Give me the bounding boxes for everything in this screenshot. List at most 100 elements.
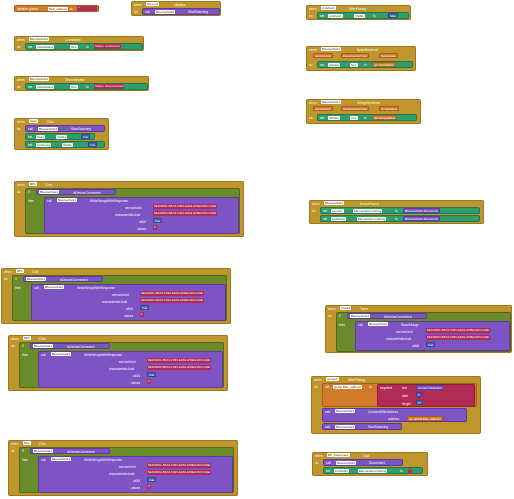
global-name-field[interactable]: BLE_address <box>48 7 69 11</box>
global-dropdown[interactable]: global BLE_address <box>333 385 362 389</box>
param-characteristic-uuid[interactable]: characteristicUuid <box>341 106 369 111</box>
prop-dropdown[interactable]: ElementsFromString <box>358 469 388 473</box>
ble-device-found-block[interactable]: when BluetoothLE1 DeviceFound do set con… <box>309 200 484 224</box>
component-dropdown[interactable]: BluetoothLE1 <box>29 77 50 81</box>
ble-dropdown[interactable]: BluetoothLE1 <box>336 461 357 465</box>
write-strings-block[interactable]: call BluetoothLE1 WriteStringsWithRespon… <box>31 284 226 321</box>
if-block[interactable]: if BluetoothLE1 IsDeviceConnected then c… <box>25 188 240 234</box>
chr-value[interactable]: 6E400002-B5A3-F393-E0A9-E50E24DCCA9E <box>140 298 205 303</box>
svc-value[interactable]: 6E400001-B5A3-F393-E0A9-E50E24DCCA9E <box>147 463 212 468</box>
if-block[interactable]: if BluetoothLE1 IsDeviceConnected then c… <box>19 447 234 493</box>
set-listview-elements-block[interactable]: set ListView1 ElementsFromString to Blue… <box>320 215 480 222</box>
utf-value[interactable]: true <box>147 477 157 482</box>
set-global-address-block[interactable]: set global BLE_address to segment text c… <box>322 383 477 407</box>
target-dropdown[interactable]: ListView1 <box>331 217 346 221</box>
component-dropdown[interactable]: BP1 <box>16 269 24 273</box>
component-dropdown[interactable]: Screen1 <box>146 2 160 6</box>
listview-afterpicking-block[interactable]: when ListView1 AfterPicking do set ListV… <box>306 5 411 20</box>
ble-dropdown[interactable]: BluetoothLE1 <box>155 10 176 14</box>
scan-click-block[interactable]: when Scan Click do call BluetoothLE1 Sta… <box>14 118 109 150</box>
call-start-scanning-block[interactable]: call BluetoothLE1 StartScanning <box>25 125 105 132</box>
component-dropdown[interactable]: BluetoothLE1 <box>29 37 50 41</box>
prop-dropdown[interactable]: Text <box>350 116 358 120</box>
ble-dropdown[interactable]: BluetoothLE1 <box>405 217 423 221</box>
chr-value[interactable]: 6E400002-B5A3-F393-E0A9-E50E24DCCA9E <box>147 365 212 370</box>
ble-dropdown[interactable]: BluetoothLE1 <box>33 344 54 348</box>
is-device-connected-getter[interactable]: BluetoothLE1 IsDeviceConnected <box>347 313 427 319</box>
start-value[interactable]: 1 <box>416 392 422 397</box>
ble-dropdown[interactable]: BluetoothLE1 <box>405 209 423 213</box>
values-value[interactable]: 0 <box>153 225 157 230</box>
chr-value[interactable]: 6E400002-B5A3-F393-E0A9-E50E24DCCA9E <box>153 211 218 216</box>
bool-value[interactable]: true <box>88 142 98 147</box>
ble-dropdown[interactable]: BluetoothLE1 <box>51 352 72 356</box>
value-text[interactable]: Status: Connected <box>94 44 121 49</box>
ble-dropdown[interactable]: BluetoothLE1 <box>335 425 356 429</box>
ble-device-list-getter[interactable]: BluetoothLE1 DeviceList <box>403 216 440 221</box>
component-dropdown[interactable]: connect <box>326 377 339 381</box>
svc-value[interactable]: 6E400001-B5A3-F393-E0A9-E50E24DCCA9E <box>153 204 218 209</box>
set-listview-visible-block[interactable]: set ListView1 Visible true <box>25 141 105 148</box>
ble-dropdown[interactable]: BluetoothLE1 <box>350 314 371 318</box>
is-device-connected-getter[interactable]: BluetoothLE1 IsDeviceConnected <box>23 276 103 282</box>
svc-value[interactable]: 6E400001-B5A3-F393-E0A9-E50E24DCCA9E <box>426 328 491 333</box>
get-string-values[interactable]: get stringValues <box>372 115 398 120</box>
is-device-connected-getter[interactable]: BluetoothLE1 IsDeviceConnected <box>30 448 110 454</box>
ble-dropdown[interactable]: BluetoothLE1 <box>335 409 356 413</box>
bool-value[interactable]: false <box>388 13 399 18</box>
values-value[interactable]: 1 <box>140 312 144 317</box>
is-device-connected-getter[interactable]: BluetoothLE1 IsDeviceConnected <box>36 189 116 195</box>
segment-block[interactable]: segment text connect Selection start 1 l… <box>377 384 475 407</box>
param-string-values[interactable]: stringValues <box>379 106 400 111</box>
set-listview-elements-block[interactable]: set ListView1 ElementsFromString to "" <box>323 467 423 474</box>
prop-dropdown[interactable]: Visible <box>62 143 73 147</box>
bp2-click-block[interactable]: when BP2 Click do if BluetoothLE1 IsDevi… <box>8 335 228 391</box>
bp0-click-block[interactable]: when BP0 Click do if BluetoothLE1 IsDevi… <box>14 181 244 237</box>
chr-value[interactable]: 6E400002-B5A3-F393-E0A9-E50E24DCCA9E <box>147 470 212 475</box>
call-disconnect-block[interactable]: call BluetoothLE1 Disconnect <box>323 459 403 466</box>
ble-dropdown[interactable]: BluetoothLE1 <box>33 449 54 453</box>
prop-dropdown[interactable]: ElementsFromString <box>357 217 387 221</box>
bp1-click-block[interactable]: when BP1 Click do if BluetoothLE1 IsDevi… <box>1 268 231 324</box>
ble-dropdown[interactable]: BluetoothLE1 <box>38 127 59 131</box>
svc-value[interactable]: 6E400001-B5A3-F393-E0A9-E50E24DCCA9E <box>147 358 212 363</box>
utf-value[interactable]: true <box>147 372 157 377</box>
utf-value[interactable]: true <box>140 305 150 310</box>
component-dropdown[interactable]: BP2 <box>23 336 31 340</box>
length-value[interactable]: 17 <box>416 400 424 405</box>
write-strings-block[interactable]: call BluetoothLE1 WriteStringsWithRespon… <box>38 351 223 388</box>
ble-dropdown[interactable]: BluetoothLE1 <box>368 322 389 326</box>
utf-value[interactable]: true <box>153 218 163 223</box>
component-dropdown[interactable]: Clock1 <box>340 306 352 310</box>
target-dropdown[interactable]: ListView1 <box>328 14 343 18</box>
write-strings-block[interactable]: call BluetoothLE1 WriteStringsWithRespon… <box>38 456 233 493</box>
param-characteristic-uuid[interactable]: characteristicUuid <box>341 53 369 58</box>
target-dropdown[interactable]: connect <box>331 209 344 213</box>
ble-device-list-getter[interactable]: BluetoothLE1 DeviceList <box>403 208 440 213</box>
set-txtdata-text-block[interactable]: set txtData Text to get stringValues <box>317 114 417 121</box>
component-dropdown[interactable]: BP_Disconnect <box>327 453 350 457</box>
set-label-status-block[interactable]: set LabelStatus Text to Status: Disconne… <box>25 83 148 90</box>
ble-dropdown[interactable]: BluetoothLE1 <box>44 285 65 289</box>
connect-afterpicking-block[interactable]: when connect AfterPicking do set global … <box>311 376 481 434</box>
connect-selection-getter[interactable]: connect Selection <box>416 385 444 390</box>
ble-disconnected-block[interactable]: when BluetoothLE1 Disconnected do set La… <box>14 76 149 91</box>
value-text[interactable]: "" <box>408 468 413 473</box>
values-value[interactable]: 2 <box>147 379 151 384</box>
target-dropdown[interactable]: ListView1 <box>334 469 349 473</box>
prop-dropdown[interactable]: ElementsFromString <box>353 209 383 213</box>
connect-dropdown[interactable]: connect <box>418 386 429 390</box>
param-service-uuid[interactable]: serviceUuid <box>313 53 333 58</box>
bp3-click-block[interactable]: when BP3 Click do if BluetoothLE1 IsDevi… <box>8 440 238 496</box>
get-byte-values[interactable]: get byteValues <box>372 62 396 67</box>
component-dropdown[interactable]: BluetoothLE1 <box>321 100 342 104</box>
utf-value[interactable]: true <box>426 342 436 347</box>
component-dropdown[interactable]: BP3 <box>23 441 31 445</box>
svc-value[interactable]: 6E400001-B5A3-F393-E0A9-E50E24DCCA9E <box>140 291 205 296</box>
ble-bytes-received-block[interactable]: when BluetoothLE1 BytesReceived serviceU… <box>306 46 416 71</box>
write-strings-block[interactable]: call BluetoothLE1 WriteStringsWithRespon… <box>44 197 239 234</box>
prop-dropdown[interactable]: Text <box>70 85 78 89</box>
prop-dropdown[interactable]: Visible <box>354 14 365 18</box>
prop-dropdown[interactable]: Visible <box>56 135 67 139</box>
ble-dropdown[interactable]: BluetoothLE1 <box>26 277 47 281</box>
